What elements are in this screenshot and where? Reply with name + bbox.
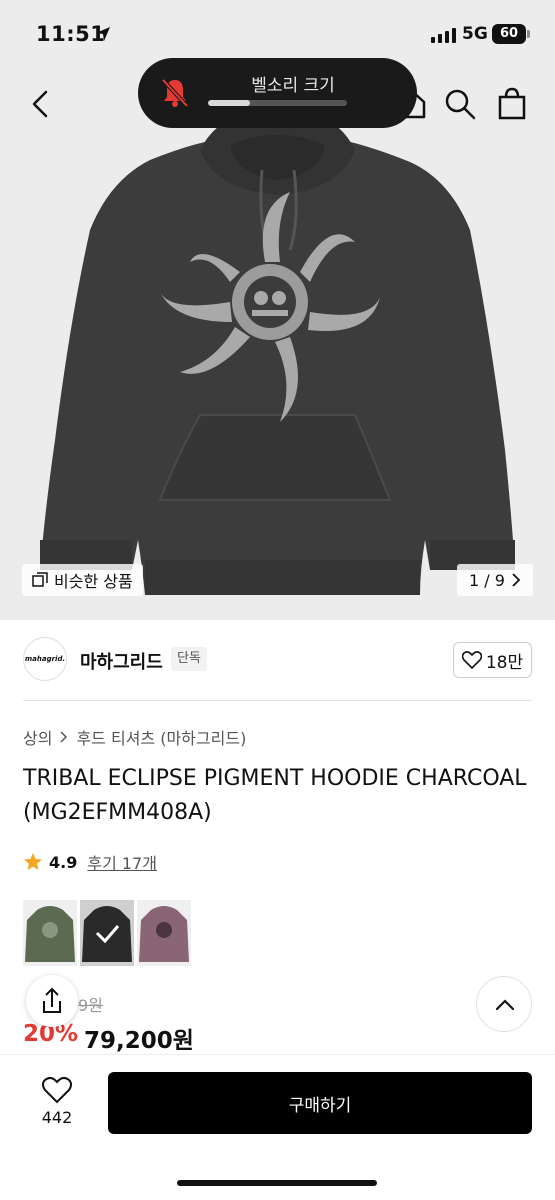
volume-bar xyxy=(208,100,347,106)
search-icon[interactable] xyxy=(444,88,476,120)
location-arrow-icon xyxy=(96,27,110,41)
share-icon xyxy=(43,987,61,1013)
bell-muted-icon xyxy=(161,78,189,108)
swatch-charcoal[interactable] xyxy=(80,900,134,966)
image-page-indicator[interactable]: 1 / 9 xyxy=(457,564,533,596)
chevron-right-icon xyxy=(512,573,521,587)
similar-products-button[interactable]: 비슷한 상품 xyxy=(22,564,143,596)
swatch-purple[interactable] xyxy=(137,900,191,966)
color-swatches xyxy=(23,900,191,966)
copy-icon xyxy=(32,572,48,587)
exclusive-badge: 단독 xyxy=(171,647,207,671)
brand-logo-text: mahagrid. xyxy=(24,655,66,663)
network-label: 5G xyxy=(462,24,488,44)
product-title: TRIBAL ECLIPSE PIGMENT HOODIE CHARCOAL(M… xyxy=(23,766,527,825)
signal-icon xyxy=(431,28,456,43)
wishlist-count: 442 xyxy=(41,1108,73,1127)
breadcrumb-category[interactable]: 상의 xyxy=(23,725,52,749)
breadcrumb: 상의 후드 티셔츠 (마하그리드) xyxy=(23,725,246,749)
swatch-green[interactable] xyxy=(23,900,77,966)
heart-outline-icon xyxy=(461,651,482,669)
page-counter: 1 / 9 xyxy=(469,570,505,590)
star-icon xyxy=(24,853,42,870)
rating-score: 4.9 xyxy=(49,852,78,872)
divider xyxy=(23,700,532,701)
sale-price: 79,200원 xyxy=(84,1028,194,1054)
back-icon[interactable] xyxy=(24,86,58,122)
brand-logo[interactable]: mahagrid. xyxy=(23,637,67,681)
brand-like-count: 18만 xyxy=(485,652,524,673)
volume-hud: 벨소리 크기 xyxy=(138,58,417,128)
heart-outline-icon xyxy=(42,1076,72,1104)
reviews-link[interactable]: 후기 17개 xyxy=(87,850,157,874)
scroll-top-button[interactable] xyxy=(476,976,532,1032)
product-image-gallery[interactable] xyxy=(0,70,555,620)
shopping-bag-icon[interactable] xyxy=(496,86,528,120)
battery-icon: 60 xyxy=(492,24,530,44)
breadcrumb-subcategory[interactable]: 후드 티셔츠 (마하그리드) xyxy=(76,725,246,749)
chevron-up-icon xyxy=(495,999,515,1011)
chevron-right-icon xyxy=(60,731,68,743)
hoodie-image xyxy=(40,105,515,595)
brand-like-button[interactable]: 18만 xyxy=(453,642,532,678)
hud-title: 벨소리 크기 xyxy=(251,76,335,96)
buy-button[interactable]: 구매하기 xyxy=(108,1072,532,1134)
similar-products-label: 비슷한 상품 xyxy=(54,572,133,591)
original-price: 9원 xyxy=(78,996,103,1015)
brand-name[interactable]: 마하그리드 xyxy=(80,648,163,674)
home-indicator xyxy=(177,1180,377,1186)
wishlist-button[interactable]: 442 xyxy=(30,1072,84,1132)
rating-row: 4.9 후기 17개 xyxy=(23,850,157,874)
share-button[interactable] xyxy=(26,975,78,1027)
volume-level xyxy=(208,100,250,106)
